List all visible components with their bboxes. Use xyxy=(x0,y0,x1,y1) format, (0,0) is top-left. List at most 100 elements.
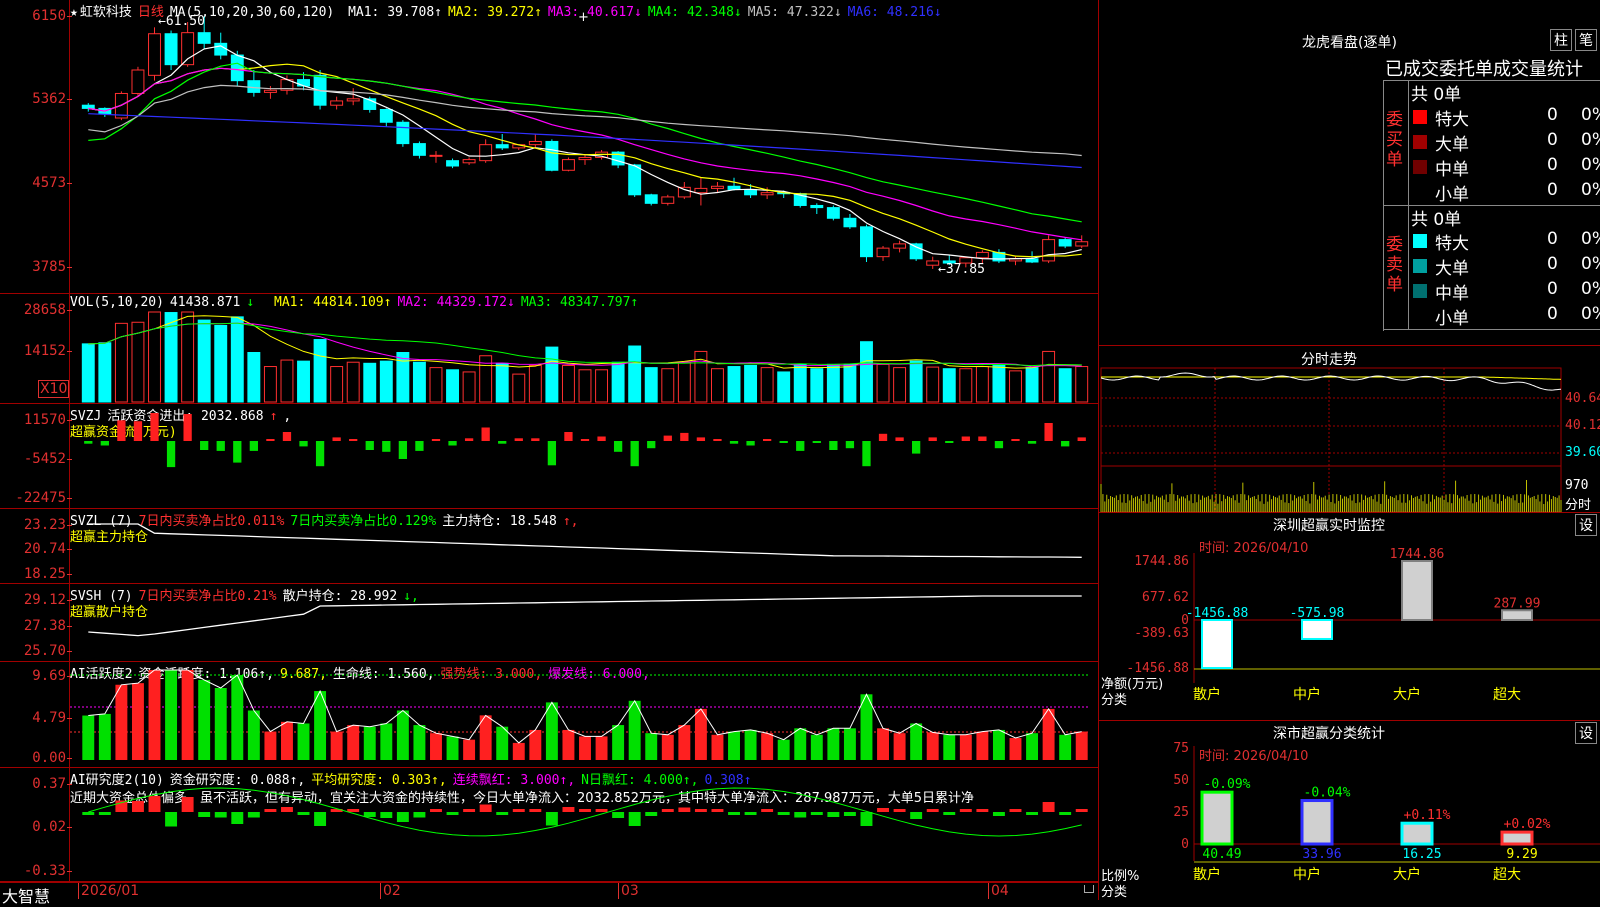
category-label: 超大 xyxy=(1493,687,1521,703)
candle-body xyxy=(396,121,410,145)
candle-body xyxy=(131,69,145,94)
activity-bar xyxy=(992,729,1005,760)
research-bar xyxy=(943,812,956,815)
ai-activity-pane[interactable]: 9.69 4.79 0.00 AI活跃度2 资金活跃度: 1.106↑, 9.687… xyxy=(0,662,1098,768)
fund-flow-bar xyxy=(994,441,1004,449)
fund-flow-bar xyxy=(233,441,242,463)
order-pct: 0% xyxy=(1581,180,1600,200)
data-label: 16.25 xyxy=(1402,847,1441,862)
fund-flow-bar xyxy=(812,441,821,443)
change-label: -0.09% xyxy=(1204,777,1251,792)
volume-bar xyxy=(313,339,327,403)
fund-flow-bar xyxy=(481,427,490,441)
bar-mode-button[interactable]: 柱 xyxy=(1550,29,1572,51)
research-bar xyxy=(728,812,740,815)
fund-flow-bar xyxy=(630,441,639,467)
research-bar xyxy=(645,812,658,816)
candle-body xyxy=(1058,239,1072,247)
ai-research-pane[interactable]: 0.37 0.02 -0.33 AI研究度2(10) 资金研究度: 0.088↑,… xyxy=(0,768,1098,882)
fund-flow-bar xyxy=(448,441,457,446)
activity-bar xyxy=(363,726,376,760)
price-pane[interactable]: 6150 5362 4573 3785 ★ 虹软科技 日线 MA(5,10,20,30… xyxy=(0,0,1098,294)
fund-flow-bar xyxy=(382,441,391,452)
activity-bar xyxy=(198,679,211,760)
research-bar xyxy=(347,809,360,812)
order-row: 特大 0 0% xyxy=(1409,105,1600,130)
activity-bar xyxy=(694,708,707,760)
fund-flow-bar xyxy=(1044,423,1053,441)
tick-mode-button[interactable]: 笔 xyxy=(1575,29,1597,51)
order-type: 中单 xyxy=(1435,284,1469,304)
volume-bar xyxy=(230,316,244,403)
research-bar xyxy=(976,809,989,812)
sz-class-panel: 深市超赢分类统计 设 时间: 2026/04/10 75 50 25 0 -0.09% 4… xyxy=(1098,720,1600,900)
volume-bar xyxy=(909,360,923,403)
data-label: 287.99 xyxy=(1494,596,1541,611)
volume-bar xyxy=(661,368,675,403)
fund-flow-bar xyxy=(200,441,209,450)
research-bar xyxy=(82,812,95,815)
activity-bar xyxy=(413,725,426,760)
net-bar xyxy=(1301,619,1333,640)
y-tick: 40.64 xyxy=(1565,391,1600,406)
ratio-bar xyxy=(1200,790,1234,846)
research-bar xyxy=(827,812,840,817)
activity-bar xyxy=(728,731,740,760)
net-bar xyxy=(1501,609,1533,622)
activity-bar xyxy=(347,725,360,760)
order-count: 0 xyxy=(1547,254,1558,274)
category-label: 散户 xyxy=(1193,686,1221,703)
order-row: 大单 0 0% xyxy=(1409,130,1600,155)
y-tick: 50 xyxy=(1173,773,1189,788)
research-bar xyxy=(959,809,972,812)
fund-flow-bar xyxy=(663,435,672,441)
activity-bar xyxy=(810,734,823,760)
svzj-pane[interactable]: 11570 -5452 -22475 SVZJ 活跃资金进出: 2032.868 ↑… xyxy=(0,404,1098,509)
activity-bar xyxy=(711,734,724,760)
volume-bar xyxy=(297,360,310,403)
candle-body xyxy=(1042,239,1056,262)
data-label: 40.49 xyxy=(1202,847,1241,862)
order-type: 特大 xyxy=(1435,110,1469,130)
research-bar xyxy=(628,812,641,826)
fund-flow-bar xyxy=(1011,439,1020,441)
activity-bar xyxy=(165,670,178,760)
activity-bar xyxy=(247,710,260,760)
fund-flow-bar xyxy=(498,441,507,444)
date-tick: 02 xyxy=(380,883,401,899)
svsh-pane[interactable]: 29.12 27.38 25.70 SVSH (7) 7日内买卖净占比0.21% 散… xyxy=(0,584,1098,662)
research-bar xyxy=(678,807,691,812)
fund-flow-bar xyxy=(680,432,689,441)
research-bar xyxy=(810,812,823,815)
research-bar xyxy=(214,812,227,818)
activity-bar xyxy=(661,734,674,760)
volume-bar xyxy=(810,368,824,403)
candle-body xyxy=(164,33,178,66)
volume-bar xyxy=(578,369,592,403)
volume-bar xyxy=(263,366,277,403)
data-label: 9.29 xyxy=(1506,847,1537,862)
research-bar xyxy=(595,809,608,812)
fund-flow-bar xyxy=(299,441,308,447)
y-tick: 0 xyxy=(1181,837,1189,852)
activity-bar xyxy=(264,731,277,760)
order-row: 中单 0 0% xyxy=(1409,155,1600,180)
svzl-pane[interactable]: 23.23 20.74 18.25 SVZL (7) 7日内买卖净占比0.011%… xyxy=(0,509,1098,584)
research-bar xyxy=(198,812,211,817)
lock-icon[interactable] xyxy=(1084,885,1094,893)
activity-bar xyxy=(777,739,790,760)
research-bar xyxy=(479,804,492,812)
category-label: 分类 xyxy=(1101,693,1128,708)
activity-bar xyxy=(82,715,95,760)
category-label: 超大 xyxy=(1493,867,1521,883)
research-bar xyxy=(777,812,790,815)
volume-pane[interactable]: 28658 14152 X10 VOL(5,10,20) 41438.871 ↓ M… xyxy=(0,294,1098,404)
intraday-panel[interactable]: 分时走势 40.64 40.12 39.60 970 分时 xyxy=(1098,345,1600,513)
volume-bar xyxy=(677,361,691,403)
order-count: 0 xyxy=(1547,279,1558,299)
volume-bar xyxy=(462,371,476,403)
category-label: 散户 xyxy=(1193,866,1221,883)
date-tick: 04 xyxy=(988,883,1009,899)
research-bar xyxy=(281,807,293,812)
research-bar xyxy=(1059,812,1072,815)
